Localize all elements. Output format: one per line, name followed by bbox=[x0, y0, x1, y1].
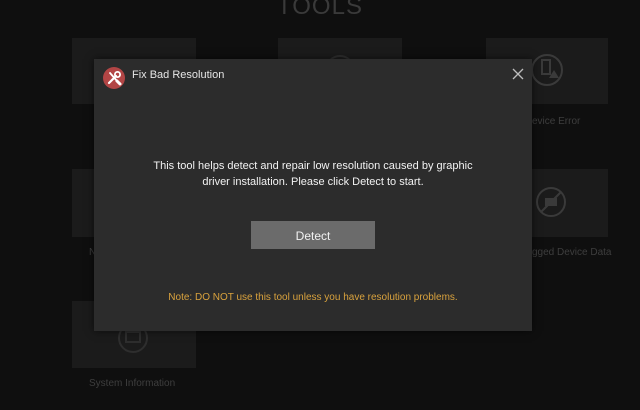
fix-bad-resolution-dialog: Fix Bad Resolution This tool helps detec… bbox=[94, 59, 532, 331]
page-title: TOOLS bbox=[277, 0, 363, 20]
close-icon bbox=[512, 68, 524, 80]
warning-note: Note: DO NOT use this tool unless you ha… bbox=[168, 292, 458, 303]
tool-tile-6-label: System Information bbox=[89, 378, 176, 389]
message-line-1: This tool helps detect and repair low re… bbox=[153, 160, 473, 172]
tool-tile-5[interactable] bbox=[532, 169, 608, 237]
tool-tile-3-label: evice Error bbox=[532, 116, 581, 127]
close-button[interactable] bbox=[510, 66, 526, 82]
tool-tile-5-label: gged Device Data bbox=[532, 247, 612, 258]
tools-icon bbox=[103, 67, 125, 89]
dialog-title: Fix Bad Resolution bbox=[132, 69, 225, 81]
message-line-2: driver installation. Please click Detect… bbox=[202, 176, 424, 188]
device-error-icon bbox=[531, 54, 563, 86]
no-device-icon bbox=[536, 187, 566, 217]
detect-button[interactable]: Detect bbox=[251, 221, 375, 249]
dialog-message: This tool helps detect and repair low re… bbox=[114, 158, 512, 190]
tool-tile-4[interactable] bbox=[72, 169, 96, 237]
